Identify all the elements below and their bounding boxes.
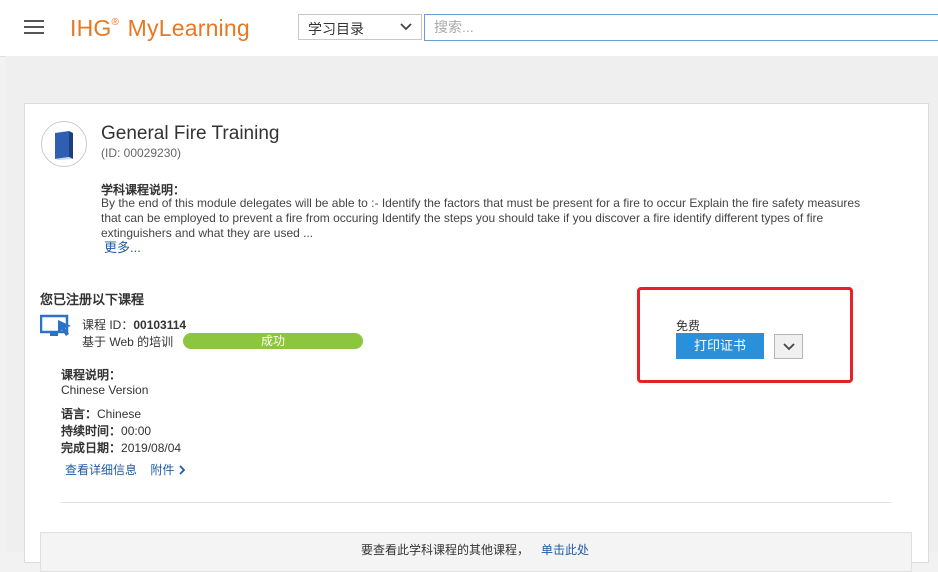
offering-id-value: 00103114 — [133, 318, 187, 332]
course-id: (ID: 00029230) — [101, 146, 182, 160]
enrolled-heading: 您已注册以下课程 — [40, 292, 145, 307]
menu-icon[interactable] — [24, 20, 44, 36]
course-description: By the end of this module delegates will… — [101, 196, 861, 240]
course-desc-value: Chinese Version — [61, 383, 149, 397]
language-label: 语言： — [61, 407, 98, 421]
offering-links: 查看详细信息 附件 — [65, 461, 187, 478]
ihg-mylearning-logo[interactable]: IHG® MyLearning — [70, 15, 250, 42]
top-bar: IHG® MyLearning 学习目录 — [0, 0, 938, 57]
search-box[interactable] — [424, 14, 938, 41]
duration-row: 持续时间：00:00 — [61, 422, 151, 439]
other-offerings-strip: 要查看此学科课程的其他课程， 单击此处 — [40, 532, 912, 572]
course-card: General Fire Training (ID: 00029230) 学科课… — [24, 103, 929, 572]
logo-product: MyLearning — [127, 15, 250, 41]
language-value: Chinese — [97, 407, 142, 421]
logo-brand: IHG — [70, 15, 112, 41]
offering-id: 课程 ID：00103114 — [82, 316, 186, 333]
price-label: 免费 — [676, 319, 701, 333]
print-certificate-button[interactable]: 打印证书 — [676, 333, 764, 359]
duration-label: 持续时间： — [61, 424, 122, 438]
web-training-icon — [40, 314, 71, 336]
offering-id-label: 课程 ID： — [82, 318, 134, 332]
catalog-select-value: 学习目录 — [308, 21, 364, 37]
catalog-select[interactable]: 学习目录 — [298, 14, 422, 40]
more-options-button[interactable] — [774, 334, 803, 359]
search-input[interactable] — [434, 19, 914, 35]
completion-label: 完成日期： — [61, 441, 122, 455]
completion-row: 完成日期：2019/08/04 — [61, 439, 181, 456]
view-details-link[interactable]: 查看详细信息 — [65, 463, 137, 477]
logo-registered-mark: ® — [111, 17, 120, 28]
completion-value: 2019/08/04 — [121, 441, 182, 455]
chevron-right-icon — [179, 465, 186, 475]
course-desc-label: 课程说明： — [61, 368, 122, 382]
language-row: 语言：Chinese — [61, 405, 141, 422]
offering-type: 基于 Web 的培训 — [82, 335, 174, 349]
status-badge: 成功 — [183, 333, 363, 349]
book-icon — [55, 131, 73, 160]
divider — [61, 502, 891, 503]
other-offerings-text: 要查看此学科课程的其他课程， 单击此处 — [361, 541, 589, 558]
attachments-label: 附件 — [150, 463, 175, 477]
attachments-link[interactable]: 附件 — [150, 463, 187, 477]
course-icon — [41, 121, 87, 167]
click-here-link[interactable]: 单击此处 — [541, 543, 589, 557]
footer-text: 要查看此学科课程的其他课程， — [361, 543, 530, 557]
chevron-down-icon — [400, 23, 412, 31]
chevron-down-icon — [783, 343, 795, 351]
duration-value: 00:00 — [121, 424, 152, 438]
more-link[interactable]: 更多... — [104, 237, 141, 256]
course-title: General Fire Training — [101, 123, 280, 144]
